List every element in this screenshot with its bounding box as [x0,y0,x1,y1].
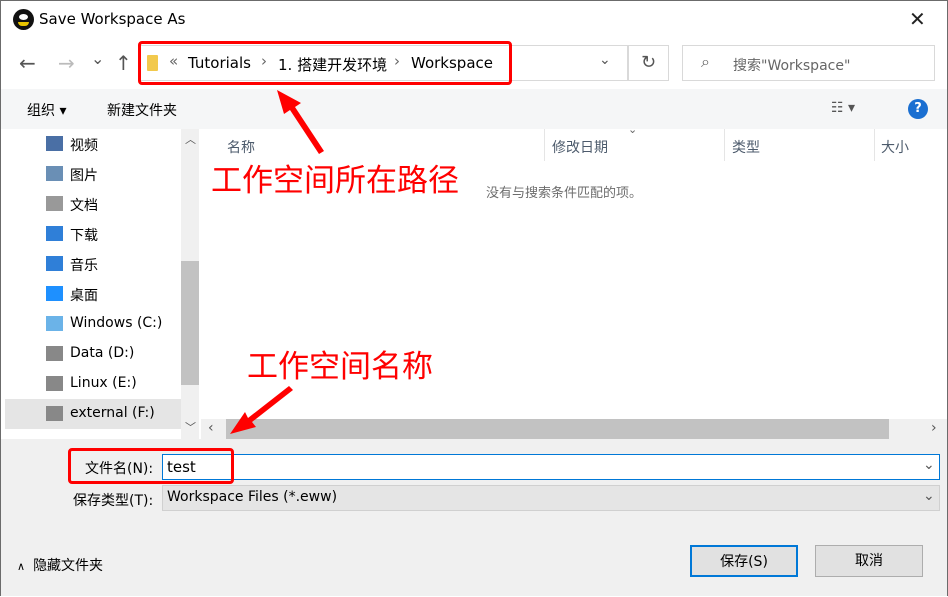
save-dialog: Save Workspace As ✕ ← → ⌄ ↑ « Tutorials … [0,0,948,596]
arrow-to-path [277,90,324,154]
annotation-arrows [230,90,324,434]
arrow-to-filename [230,386,293,434]
